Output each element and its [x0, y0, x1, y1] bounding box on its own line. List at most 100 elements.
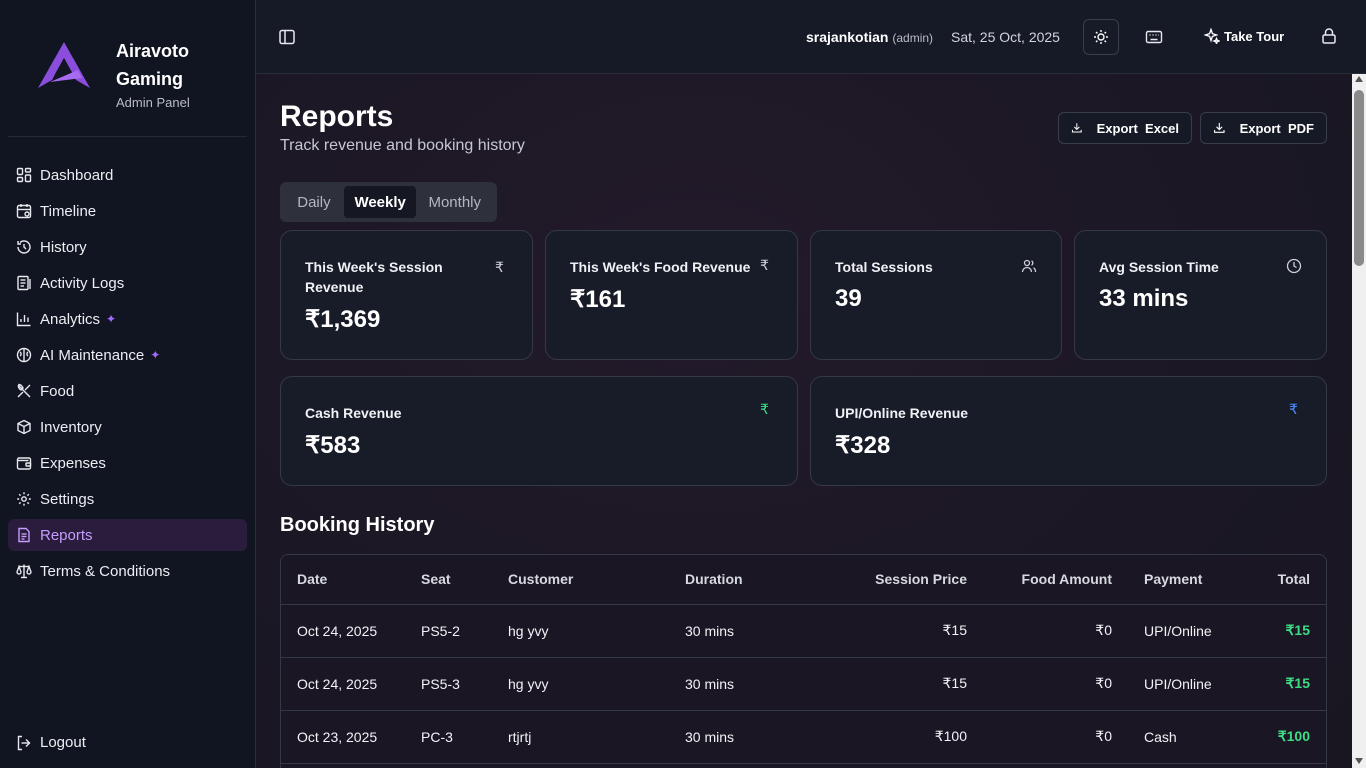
cell-seat: PC-3 — [421, 710, 508, 764]
username: srajankotian — [806, 29, 889, 45]
cell-date: Oct 23, 2025 — [281, 710, 421, 764]
stat-value: 33 mins — [1099, 285, 1189, 312]
sidebar-item-activity-logs[interactable]: Activity Logs — [8, 267, 247, 299]
cell-session-price: ₹15 — [785, 604, 967, 658]
clock-icon — [1286, 258, 1302, 274]
sidebar-item-label: Settings — [40, 490, 95, 508]
stat-card-upi-revenue: UPI/Online Revenue ₹ ₹328 — [810, 376, 1327, 486]
stat-card-avg-session: Avg Session Time 33 mins — [1074, 230, 1327, 360]
stat-card-session-revenue: This Week's Session Revenue ₹ ₹1,369 — [280, 230, 533, 360]
scroll-down-arrow-icon[interactable] — [1355, 758, 1363, 764]
rupee-icon: ₹ — [1289, 401, 1298, 417]
column-header[interactable]: Total — [1247, 555, 1326, 605]
brand[interactable]: Airavoto Gaming Admin Panel — [38, 40, 190, 110]
scale-icon — [16, 564, 32, 579]
download-icon — [1214, 122, 1225, 133]
column-header[interactable]: Session Price — [785, 555, 967, 605]
cell-food-amount: ₹0 — [967, 657, 1112, 711]
page-title: Reports — [280, 100, 394, 133]
tab-weekly[interactable]: Weekly — [343, 186, 417, 218]
tab-daily[interactable]: Daily — [284, 186, 344, 218]
sidebar-item-label: Inventory — [40, 418, 102, 436]
cell-seat: PS5-2 — [421, 604, 508, 658]
sidebar-item-reports[interactable]: Reports — [8, 519, 247, 551]
brain-icon — [16, 347, 32, 363]
keyboard-icon[interactable] — [1144, 27, 1164, 47]
rupee-icon: ₹ — [495, 259, 504, 275]
booking-history-table: Date Seat Customer Duration Session Pric… — [280, 554, 1327, 768]
topbar: srajankotian (admin) Sat, 25 Oct, 2025 T… — [256, 0, 1366, 74]
scroll-up-arrow-icon[interactable] — [1355, 76, 1363, 82]
cell-session-price: ₹100 — [785, 710, 967, 764]
column-header[interactable]: Payment — [1112, 555, 1247, 605]
sidebar-item-label: Expenses — [40, 454, 106, 472]
table-row[interactable]: Oct 23, 2025 PC-3 rtjrtj 30 mins ₹100 ₹0… — [281, 710, 1326, 764]
sidebar-item-label: AI Maintenance — [40, 346, 145, 364]
tab-monthly[interactable]: Monthly — [416, 186, 493, 218]
theme-toggle-button[interactable] — [1083, 19, 1119, 55]
sidebar-item-timeline[interactable]: Timeline — [8, 195, 247, 227]
cell-session-price: ₹15 — [785, 657, 967, 711]
export-excel-button[interactable]: Export Excel — [1058, 112, 1192, 144]
sidebar-toggle-icon[interactable] — [278, 28, 296, 46]
stat-title: This Week's Food Revenue — [570, 259, 751, 275]
cell-duration: 30 mins — [685, 657, 785, 711]
period-tabs: Daily Weekly Monthly — [280, 182, 497, 222]
cell-total: ₹15 — [1247, 604, 1326, 658]
main-content: Reports Track revenue and booking histor… — [256, 74, 1352, 768]
sidebar-item-analytics[interactable]: Analytics ✦ — [8, 303, 247, 335]
column-header[interactable]: Customer — [508, 555, 685, 605]
lock-icon[interactable] — [1320, 27, 1338, 45]
download-icon — [1071, 123, 1082, 133]
vertical-scrollbar[interactable] — [1352, 74, 1366, 768]
sidebar-item-label: Dashboard — [40, 166, 114, 184]
sidebar-item-label: Food — [40, 382, 75, 400]
cell-date: Oct 24, 2025 — [281, 657, 421, 711]
sidebar-item-label: History — [40, 238, 87, 256]
sidebar-item-label: Timeline — [40, 202, 97, 220]
rupee-icon: ₹ — [760, 257, 769, 273]
table-row[interactable]: Oct 24, 2025 PS5-2 hg yvy 30 mins ₹15 ₹0… — [281, 604, 1326, 658]
sidebar-item-dashboard[interactable]: Dashboard — [8, 159, 247, 191]
sidebar-item-food[interactable]: Food — [8, 375, 247, 407]
cell-customer: hg yvy — [508, 604, 685, 658]
stat-value: ₹161 — [570, 286, 626, 313]
logout-icon — [17, 735, 31, 750]
sidebar-item-inventory[interactable]: Inventory — [8, 411, 247, 443]
sparkle-icon: ✦ — [106, 312, 117, 326]
sidebar-item-settings[interactable]: Settings — [8, 483, 247, 515]
current-date: Sat, 25 Oct, 2025 — [951, 29, 1060, 45]
take-tour-label: Take Tour — [1224, 28, 1285, 44]
sidebar-item-terms[interactable]: Terms & Conditions — [8, 555, 247, 587]
booking-history-title: Booking History — [280, 514, 435, 536]
sidebar-nav: Dashboard Timeline History Activity Logs… — [8, 159, 247, 591]
divider — [8, 136, 247, 137]
user-role: (admin) — [892, 31, 934, 45]
utensils-icon — [17, 383, 31, 398]
brand-subtitle: Admin Panel — [116, 95, 190, 110]
table-row[interactable]: Oct 24, 2025 PS5-3 hg yvy 30 mins ₹15 ₹0… — [281, 657, 1326, 711]
package-icon — [17, 419, 31, 435]
sidebar-item-label: Activity Logs — [40, 274, 125, 292]
logout-button[interactable]: Logout — [16, 734, 86, 751]
take-tour-button[interactable]: Take Tour — [1204, 28, 1284, 44]
column-header[interactable]: Food Amount — [967, 555, 1112, 605]
rupee-icon: ₹ — [760, 401, 769, 417]
column-header[interactable]: Date — [281, 555, 421, 605]
sidebar-item-expenses[interactable]: Expenses — [8, 447, 247, 479]
export-pdf-button[interactable]: Export PDF — [1200, 112, 1327, 144]
scroll-thumb[interactable] — [1354, 90, 1364, 266]
sidebar-item-history[interactable]: History — [8, 231, 247, 263]
stat-value: ₹583 — [305, 432, 361, 459]
column-header[interactable]: Seat — [421, 555, 508, 605]
sidebar: Airavoto Gaming Admin Panel Dashboard Ti… — [0, 0, 256, 768]
gear-icon — [17, 492, 31, 506]
column-header[interactable]: Duration — [685, 555, 785, 605]
cell-duration: 30 mins — [685, 604, 785, 658]
history-icon — [17, 240, 31, 254]
cell-payment: Cash — [1112, 710, 1247, 764]
cell-total: ₹15 — [1247, 657, 1326, 711]
cell-customer: hg yvy — [508, 657, 685, 711]
sidebar-item-ai-maintenance[interactable]: AI Maintenance ✦ — [8, 339, 247, 371]
stat-value: ₹1,369 — [305, 306, 381, 333]
